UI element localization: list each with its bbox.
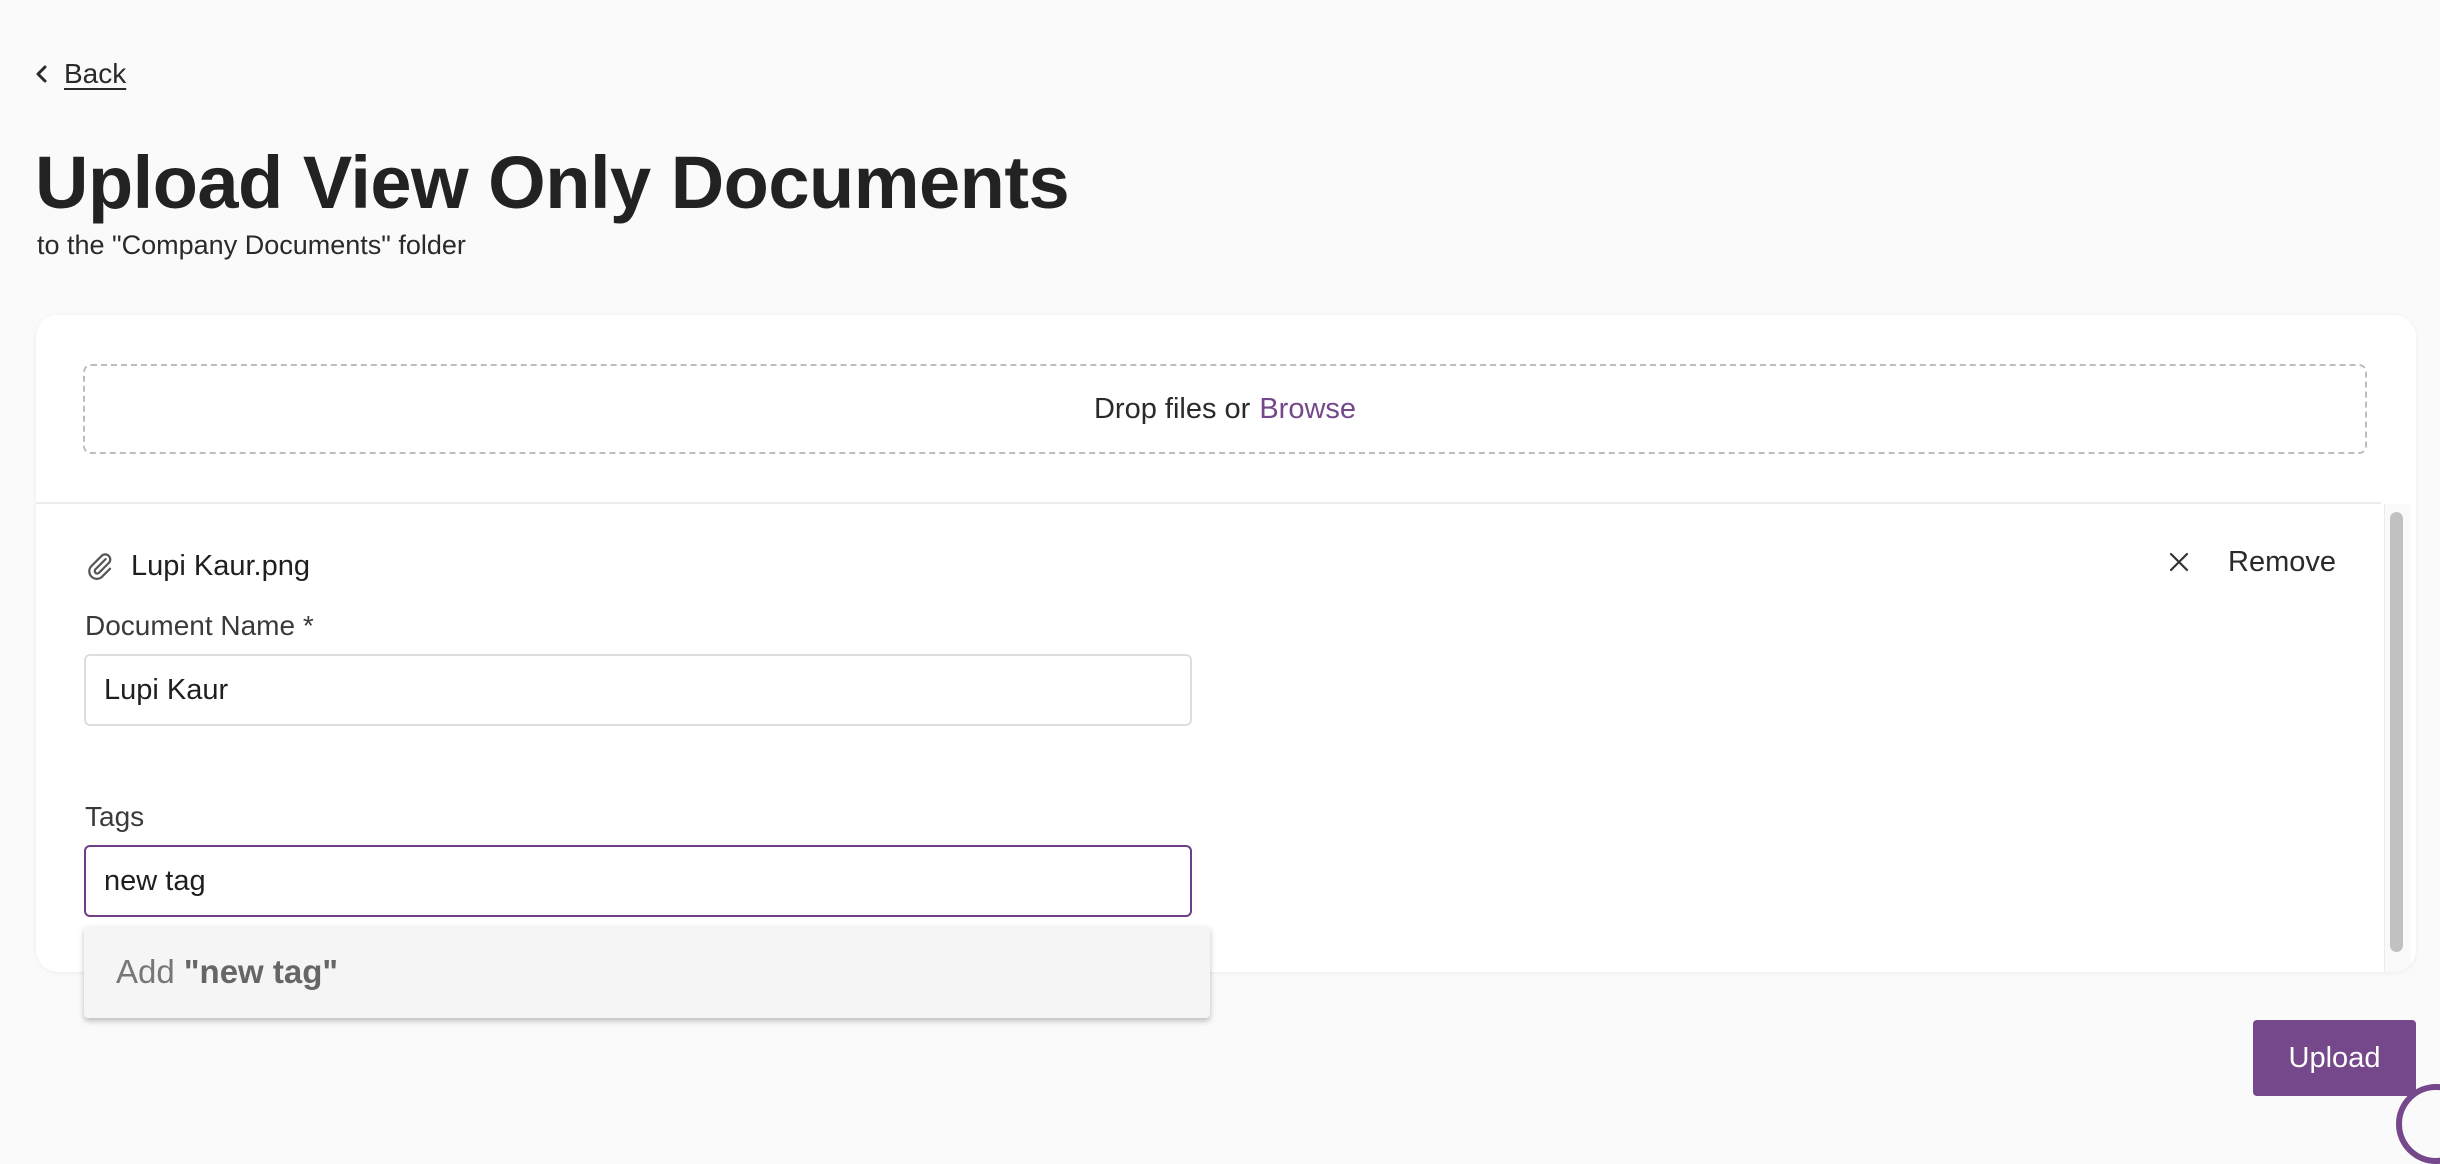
document-name-label: Document Name * bbox=[85, 610, 314, 641]
tags-input[interactable]: new tag bbox=[84, 845, 1192, 917]
remove-label[interactable]: Remove bbox=[2228, 546, 2336, 579]
file-dropzone[interactable]: Drop files or Browse bbox=[83, 364, 2367, 454]
add-tag-option[interactable]: Add "new tag" bbox=[84, 926, 1210, 1018]
back-link[interactable]: Back bbox=[34, 54, 126, 94]
upload-button[interactable]: Upload bbox=[2253, 1020, 2416, 1096]
page-subtitle: to the "Company Documents" folder bbox=[37, 230, 466, 260]
file-item: Lupi Kaur.png bbox=[85, 544, 310, 588]
divider bbox=[36, 502, 2381, 504]
add-tag-value: "new tag" bbox=[183, 953, 339, 990]
add-tag-prefix: Add bbox=[116, 953, 184, 990]
document-name-input[interactable]: Lupi Kaur bbox=[84, 654, 1192, 726]
help-widget[interactable] bbox=[2396, 1084, 2440, 1164]
page-title: Upload View Only Documents bbox=[35, 141, 1070, 224]
dropzone-text: Drop files or bbox=[1093, 392, 1251, 425]
browse-link[interactable]: Browse bbox=[1259, 393, 1356, 426]
upload-card: Drop files or Browse Lupi Kaur.png Remov… bbox=[36, 315, 2416, 972]
tags-label: Tags bbox=[85, 801, 145, 832]
paperclip-icon bbox=[88, 553, 112, 580]
remove-button[interactable]: Remove bbox=[2168, 537, 2336, 587]
back-label[interactable]: Back bbox=[64, 58, 126, 90]
file-name: Lupi Kaur.png bbox=[131, 549, 310, 582]
close-icon bbox=[2169, 552, 2189, 572]
chevron-left-icon bbox=[36, 65, 47, 83]
scrollbar-thumb[interactable] bbox=[2390, 512, 2403, 952]
